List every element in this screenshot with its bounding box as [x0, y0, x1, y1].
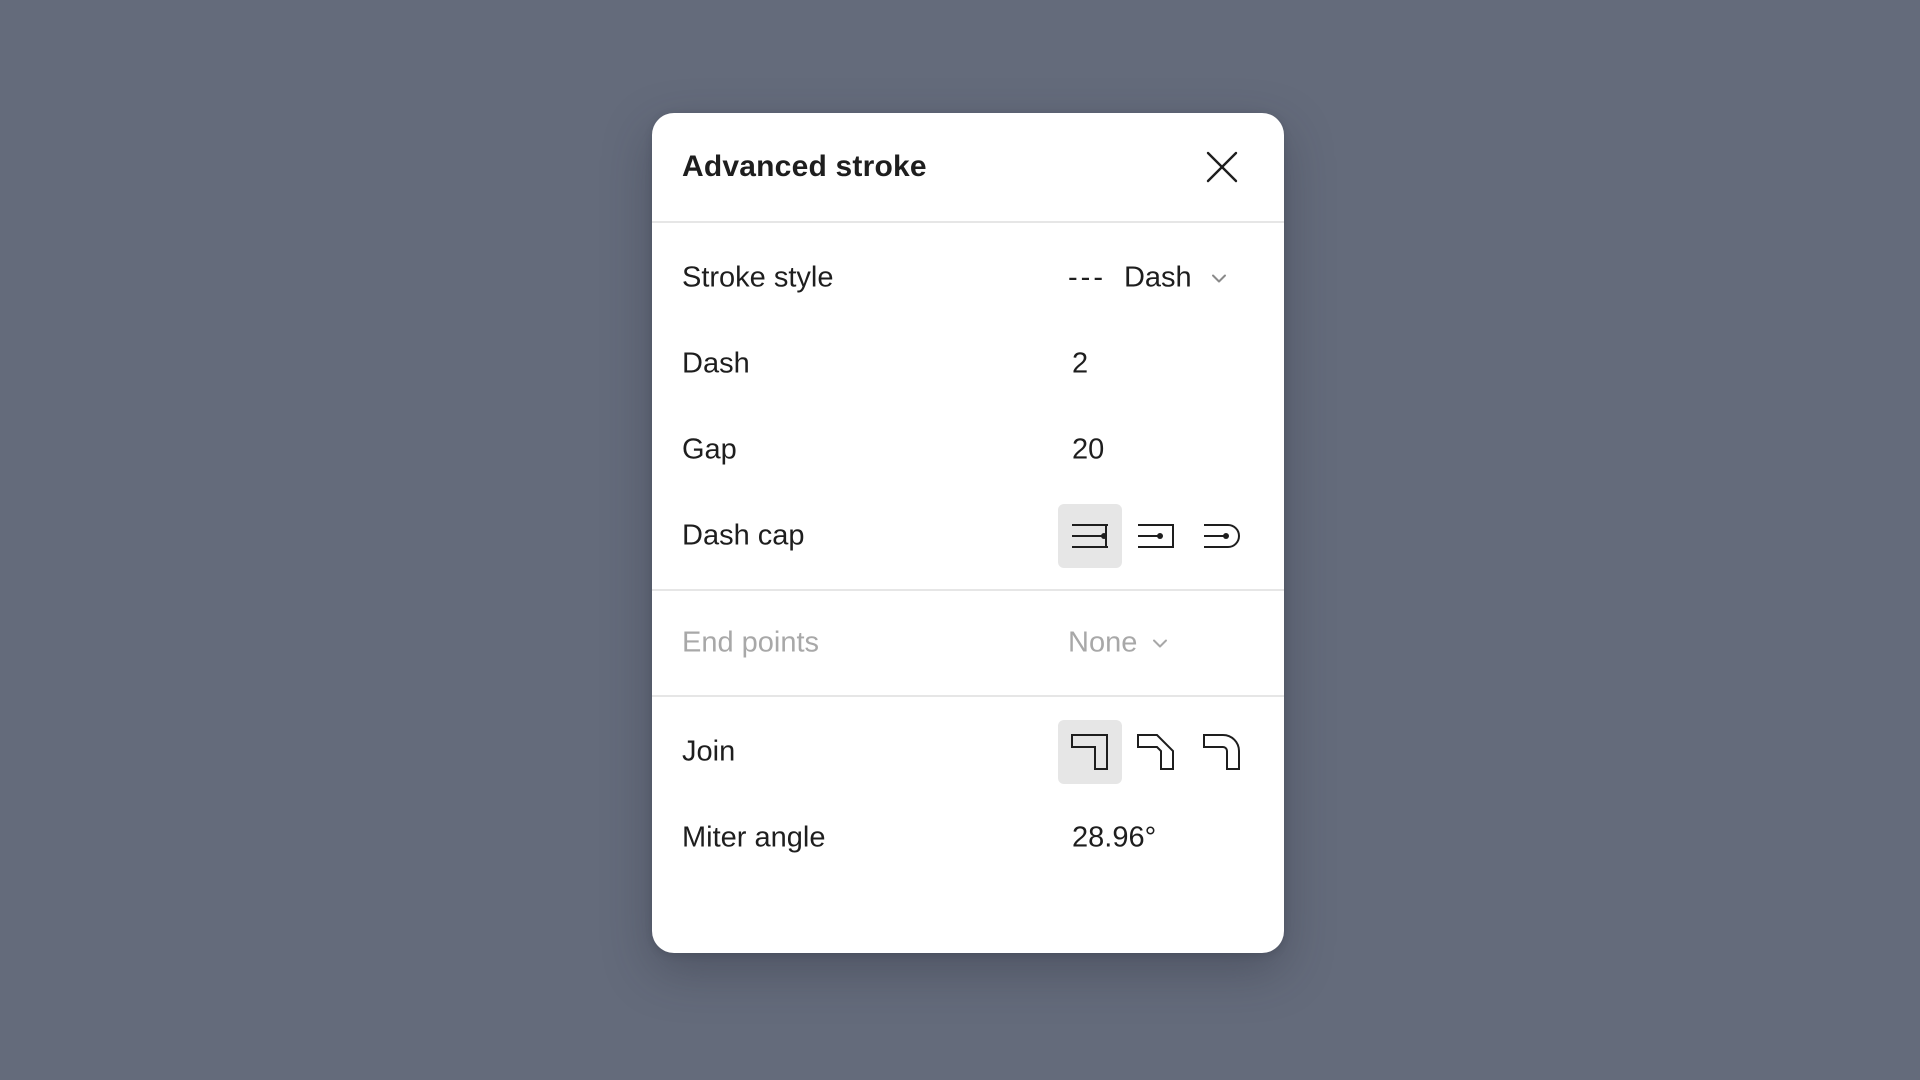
miter-angle-row: Miter angle 28.96° — [652, 795, 1284, 881]
cap-round-icon — [1204, 524, 1240, 548]
cap-none-button[interactable] — [1058, 504, 1122, 568]
miter-angle-input[interactable]: 28.96° — [1072, 822, 1192, 855]
stroke-style-label: Stroke style — [682, 261, 834, 294]
endpoints-row: End points None — [652, 600, 1284, 686]
dash-preview: --- — [1068, 261, 1106, 294]
gap-row: Gap 20 — [652, 407, 1284, 493]
dash-cap-label: Dash cap — [682, 519, 805, 552]
join-row: Join — [652, 709, 1284, 795]
stroke-style-row: Stroke style --- Dash — [652, 235, 1284, 321]
stroke-style-value: Dash — [1123, 261, 1192, 294]
dash-cap-options — [1058, 504, 1254, 568]
endpoints-value: None — [1068, 626, 1138, 659]
join-miter-icon — [1071, 734, 1108, 770]
cap-none-icon — [1072, 524, 1108, 548]
gap-input[interactable]: 20 — [1072, 434, 1192, 467]
join-miter-button[interactable] — [1058, 720, 1122, 784]
cap-square-icon — [1138, 524, 1174, 548]
dash-label: Dash — [682, 347, 750, 380]
dash-cap-row: Dash cap — [652, 493, 1284, 579]
stroke-section: Stroke style --- Dash Dash 2 Gap 20 Dash… — [652, 223, 1284, 591]
join-bevel-icon — [1137, 734, 1174, 770]
endpoints-label: End points — [682, 626, 820, 659]
join-bevel-button[interactable] — [1124, 720, 1188, 784]
dash-row: Dash 2 — [652, 321, 1284, 407]
endpoints-select[interactable]: None — [1068, 627, 1169, 660]
cap-square-button[interactable] — [1124, 504, 1188, 568]
close-icon[interactable] — [1204, 149, 1240, 185]
dash-input[interactable]: 2 — [1072, 348, 1192, 381]
join-round-button[interactable] — [1190, 720, 1254, 784]
join-options — [1058, 720, 1254, 784]
join-section: Join Miter angle 28.96° — [652, 697, 1284, 881]
miter-angle-label: Miter angle — [682, 821, 826, 854]
stroke-style-select[interactable]: --- Dash — [1068, 262, 1228, 295]
join-round-icon — [1203, 734, 1240, 770]
cap-round-button[interactable] — [1190, 504, 1254, 568]
endpoints-section: End points None — [652, 591, 1284, 697]
chevron-down-icon — [1211, 274, 1226, 282]
dialog-header: Advanced stroke — [652, 113, 1284, 223]
join-label: Join — [682, 735, 736, 768]
gap-label: Gap — [682, 433, 737, 466]
dialog-title: Advanced stroke — [682, 150, 927, 183]
advanced-stroke-dialog: Advanced stroke Stroke style --- Dash Da… — [652, 113, 1284, 953]
chevron-down-icon — [1153, 639, 1168, 647]
